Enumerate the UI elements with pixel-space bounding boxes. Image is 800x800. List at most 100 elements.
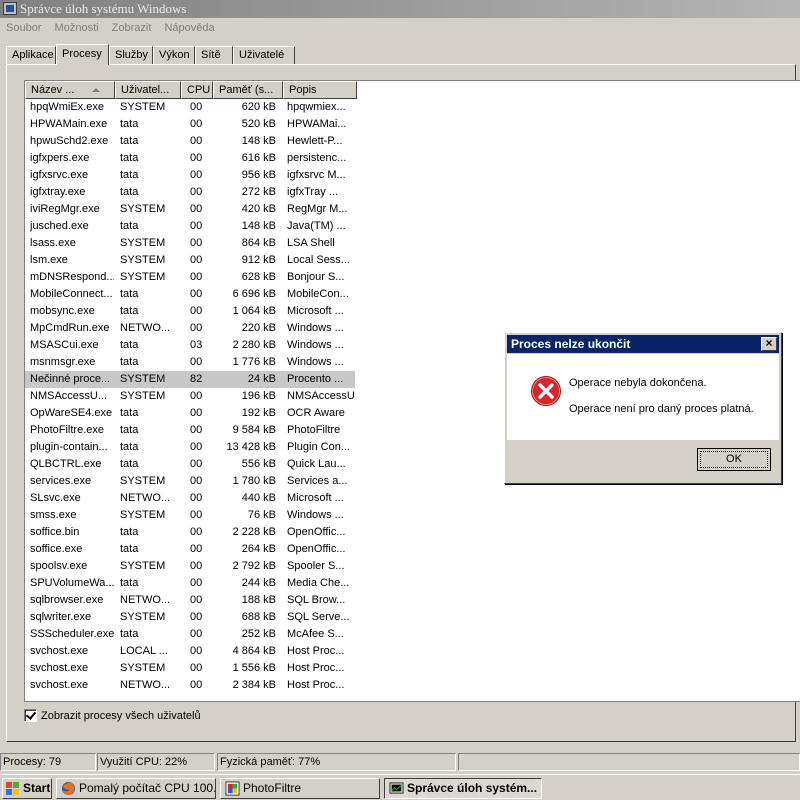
table-row[interactable]: MpCmdRun.exe NETWO... 00 220 kB Windows ... xyxy=(25,320,355,337)
table-row[interactable]: igfxsrvc.exe tata 00 956 kB igfxsrvc M... xyxy=(25,167,355,184)
process-description: Microsoft ... xyxy=(287,492,344,504)
table-row[interactable]: SLsvc.exe NETWO... 00 440 kB Microsoft ... xyxy=(25,490,355,507)
process-user: SYSTEM xyxy=(120,611,166,623)
taskbar-button-task-manager[interactable]: Správce úloh systém... xyxy=(384,778,542,799)
table-row[interactable]: plugin-contain... tata 00 13 428 kB Plugin C… xyxy=(25,439,355,456)
menu-moznosti[interactable]: Možnosti xyxy=(55,22,99,34)
process-user: tata xyxy=(120,441,139,453)
table-row[interactable]: hpwuSchd2.exe tata 00 148 kB Hewlett-P... xyxy=(25,133,355,150)
process-user: SYSTEM xyxy=(120,373,166,385)
table-row[interactable]: jusched.exe tata 00 148 kB Java(TM) ... xyxy=(25,218,355,235)
process-description: Services a... xyxy=(287,475,348,487)
process-memory: 76 kB xyxy=(247,509,276,521)
process-memory: 192 kB xyxy=(241,407,276,419)
table-row[interactable]: msnmsgr.exe tata 00 1 776 kB Windows ... xyxy=(25,354,355,371)
tab-uzivatele[interactable]: Uživatelé xyxy=(233,46,295,64)
column-header-name[interactable]: Název ... xyxy=(25,81,115,99)
table-row[interactable]: sqlbrowser.exe NETWO... 00 188 kB SQL Brow..… xyxy=(25,592,355,609)
column-header-user[interactable]: Uživatel... xyxy=(115,81,181,99)
table-row[interactable]: spoolsv.exe SYSTEM 00 2 792 kB Spooler S... xyxy=(25,558,355,575)
process-user: tata xyxy=(120,543,139,555)
process-name: igfxsrvc.exe xyxy=(30,169,89,181)
table-row[interactable]: SSScheduler.exe tata 00 252 kB McAfee S... xyxy=(25,626,355,643)
process-user: NETWO... xyxy=(120,322,171,334)
process-name: sqlwriter.exe xyxy=(30,611,92,623)
table-row[interactable]: OpWareSE4.exe tata 00 192 kB OCR Aware xyxy=(25,405,355,422)
process-description: Hewlett-P... xyxy=(287,135,343,147)
status-empty xyxy=(458,753,800,771)
table-row[interactable]: soffice.bin tata 00 2 228 kB OpenOffic... xyxy=(25,524,355,541)
table-row[interactable]: iviRegMgr.exe SYSTEM 00 420 kB RegMgr M... xyxy=(25,201,355,218)
table-row[interactable]: svchost.exe LOCAL ... 00 4 864 kB Host Proc.… xyxy=(25,643,355,660)
process-memory: 2 228 kB xyxy=(232,526,276,538)
tab-sluzby[interactable]: Služby xyxy=(109,46,153,64)
process-cpu: 00 xyxy=(190,322,203,334)
process-name: svchost.exe xyxy=(30,645,89,657)
window-titlebar[interactable]: Správce úloh systému Windows xyxy=(0,0,800,18)
table-row[interactable]: Nečinné proce... SYSTEM 82 24 kB Procento ..… xyxy=(25,371,355,388)
show-all-users-label: Zobrazit procesy všech uživatelů xyxy=(41,710,201,722)
table-row[interactable]: QLBCTRL.exe tata 00 556 kB Quick Lau... xyxy=(25,456,355,473)
table-row[interactable]: hpqWmiEx.exe SYSTEM 00 620 kB hpqwmiex... xyxy=(25,99,355,116)
ok-button[interactable]: OK xyxy=(697,448,771,471)
table-row[interactable]: svchost.exe SYSTEM 00 1 556 kB Host Proc... xyxy=(25,660,355,677)
table-row[interactable]: smss.exe SYSTEM 00 76 kB Windows ... xyxy=(25,507,355,524)
process-description: OpenOffic... xyxy=(287,526,346,538)
process-name: smss.exe xyxy=(30,509,77,521)
process-cpu: 00 xyxy=(190,101,203,113)
process-cpu: 03 xyxy=(190,339,203,351)
table-row[interactable]: soffice.exe tata 00 264 kB OpenOffic... xyxy=(25,541,355,558)
table-row[interactable]: mDNSRespond... SYSTEM 00 628 kB Bonjour S... xyxy=(25,269,355,286)
process-cpu: 00 xyxy=(190,526,203,538)
process-memory: 520 kB xyxy=(241,118,276,130)
process-name: lsm.exe xyxy=(30,254,68,266)
table-row[interactable]: sqlwriter.exe SYSTEM 00 688 kB SQL Serve... xyxy=(25,609,355,626)
process-name: Nečinné proce... xyxy=(30,373,111,385)
menu-napoveda[interactable]: Nápověda xyxy=(164,22,214,34)
table-row[interactable]: igfxtray.exe tata 00 272 kB igfxTray ... xyxy=(25,184,355,201)
process-user: NETWO... xyxy=(120,679,171,691)
taskbar-button-firefox[interactable]: Pomalý počítač CPU 100... xyxy=(56,778,216,799)
column-header-memory[interactable]: Paměť (s... xyxy=(213,81,283,99)
table-row[interactable]: lsm.exe SYSTEM 00 912 kB Local Sess... xyxy=(25,252,355,269)
task-manager-icon xyxy=(389,782,404,794)
dialog-body: Operace nebyla dokončena. Operace není p… xyxy=(507,354,779,440)
menu-zobrazit[interactable]: Zobrazit xyxy=(112,22,152,34)
error-icon xyxy=(531,376,561,406)
table-row[interactable]: SPUVolumeWa... tata 00 244 kB Media Che... xyxy=(25,575,355,592)
process-name: PhotoFiltre.exe xyxy=(30,424,104,436)
table-row[interactable]: services.exe SYSTEM 00 1 780 kB Services a..… xyxy=(25,473,355,490)
table-row[interactable]: HPWAMain.exe tata 00 520 kB HPWAMai... xyxy=(25,116,355,133)
start-button[interactable]: Start xyxy=(2,778,52,799)
process-memory: 9 584 kB xyxy=(232,424,276,436)
process-description: Host Proc... xyxy=(287,645,345,657)
process-user: SYSTEM xyxy=(120,475,166,487)
process-cpu: 00 xyxy=(190,543,203,555)
tab-aplikace[interactable]: Aplikace xyxy=(6,46,56,64)
process-user: SYSTEM xyxy=(120,271,166,283)
table-row[interactable]: MSASCui.exe tata 03 2 280 kB Windows ... xyxy=(25,337,355,354)
table-row[interactable]: PhotoFiltre.exe tata 00 9 584 kB PhotoFiltre xyxy=(25,422,355,439)
column-header-description[interactable]: Popis xyxy=(283,81,357,99)
dialog-titlebar[interactable]: Proces nelze ukončit × xyxy=(507,335,779,353)
windows-logo-icon xyxy=(6,782,20,795)
process-name: mDNSRespond... xyxy=(30,271,114,283)
tab-vykon[interactable]: Výkon xyxy=(153,46,195,64)
table-row[interactable]: svchost.exe NETWO... 00 2 384 kB Host Proc..… xyxy=(25,677,355,694)
show-all-users-checkbox[interactable] xyxy=(24,709,37,722)
process-user: tata xyxy=(120,526,139,538)
table-row[interactable]: igfxpers.exe tata 00 616 kB persistenc... xyxy=(25,150,355,167)
column-header-cpu[interactable]: CPU xyxy=(181,81,213,99)
table-row[interactable]: lsass.exe SYSTEM 00 864 kB LSA Shell xyxy=(25,235,355,252)
table-row[interactable]: MobileConnect... tata 00 6 696 kB MobileCon.… xyxy=(25,286,355,303)
dialog-close-button[interactable]: × xyxy=(761,337,777,351)
table-row[interactable]: NMSAccessU... SYSTEM 00 196 kB NMSAccessU xyxy=(25,388,355,405)
process-cpu: 00 xyxy=(190,390,203,402)
table-row[interactable]: mobsync.exe tata 00 1 064 kB Microsoft ... xyxy=(25,303,355,320)
taskbar-button-photofiltre[interactable]: PhotoFiltre xyxy=(220,778,380,799)
menu-soubor[interactable]: Soubor xyxy=(6,22,41,34)
tab-procesy[interactable]: Procesy xyxy=(56,44,109,65)
tab-site[interactable]: Sítě xyxy=(195,46,233,64)
close-icon: × xyxy=(765,336,773,350)
dialog-message-line2: Operace není pro daný proces platná. xyxy=(569,403,754,415)
